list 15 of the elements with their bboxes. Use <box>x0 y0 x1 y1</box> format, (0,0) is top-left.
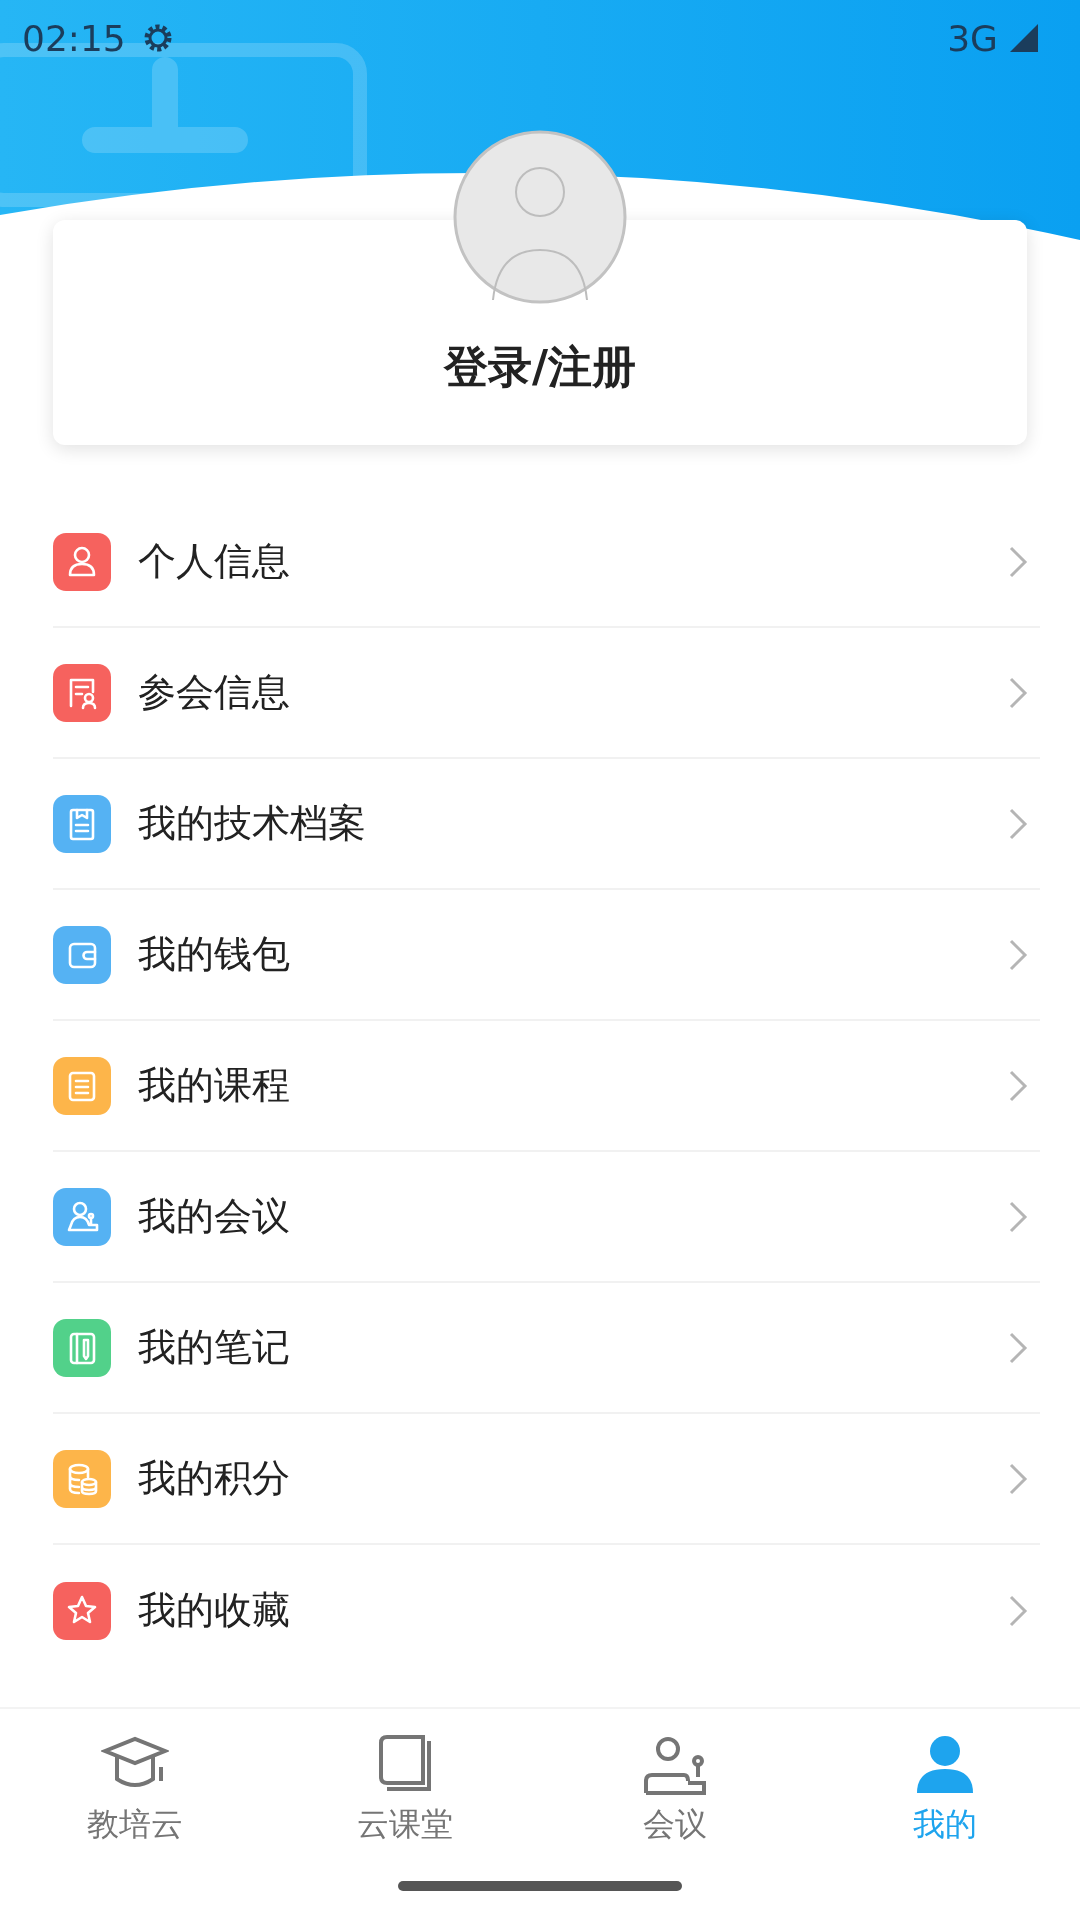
tab[interactable]: 云课堂 <box>357 1803 453 1847</box>
menu-item[interactable]: 参会信息 <box>138 667 290 718</box>
network-type: 3G <box>947 17 998 59</box>
menu-item[interactable]: 我的钱包 <box>138 929 290 980</box>
menu-item[interactable]: 我的收藏 <box>138 1585 290 1636</box>
login-register-link[interactable]: 登录/注册 <box>443 338 637 397</box>
menu-item[interactable]: 个人信息 <box>138 536 290 587</box>
tab[interactable]: 教培云 <box>87 1803 183 1847</box>
status-time: 02:15 <box>22 17 126 59</box>
menu-item[interactable]: 我的技术档案 <box>138 798 366 849</box>
menu-item[interactable]: 我的笔记 <box>138 1322 290 1373</box>
menu-item[interactable]: 我的会议 <box>138 1191 290 1242</box>
tab[interactable]: 会议 <box>643 1803 707 1847</box>
menu-item[interactable]: 我的积分 <box>138 1453 290 1504</box>
menu-item[interactable]: 我的课程 <box>138 1060 290 1111</box>
